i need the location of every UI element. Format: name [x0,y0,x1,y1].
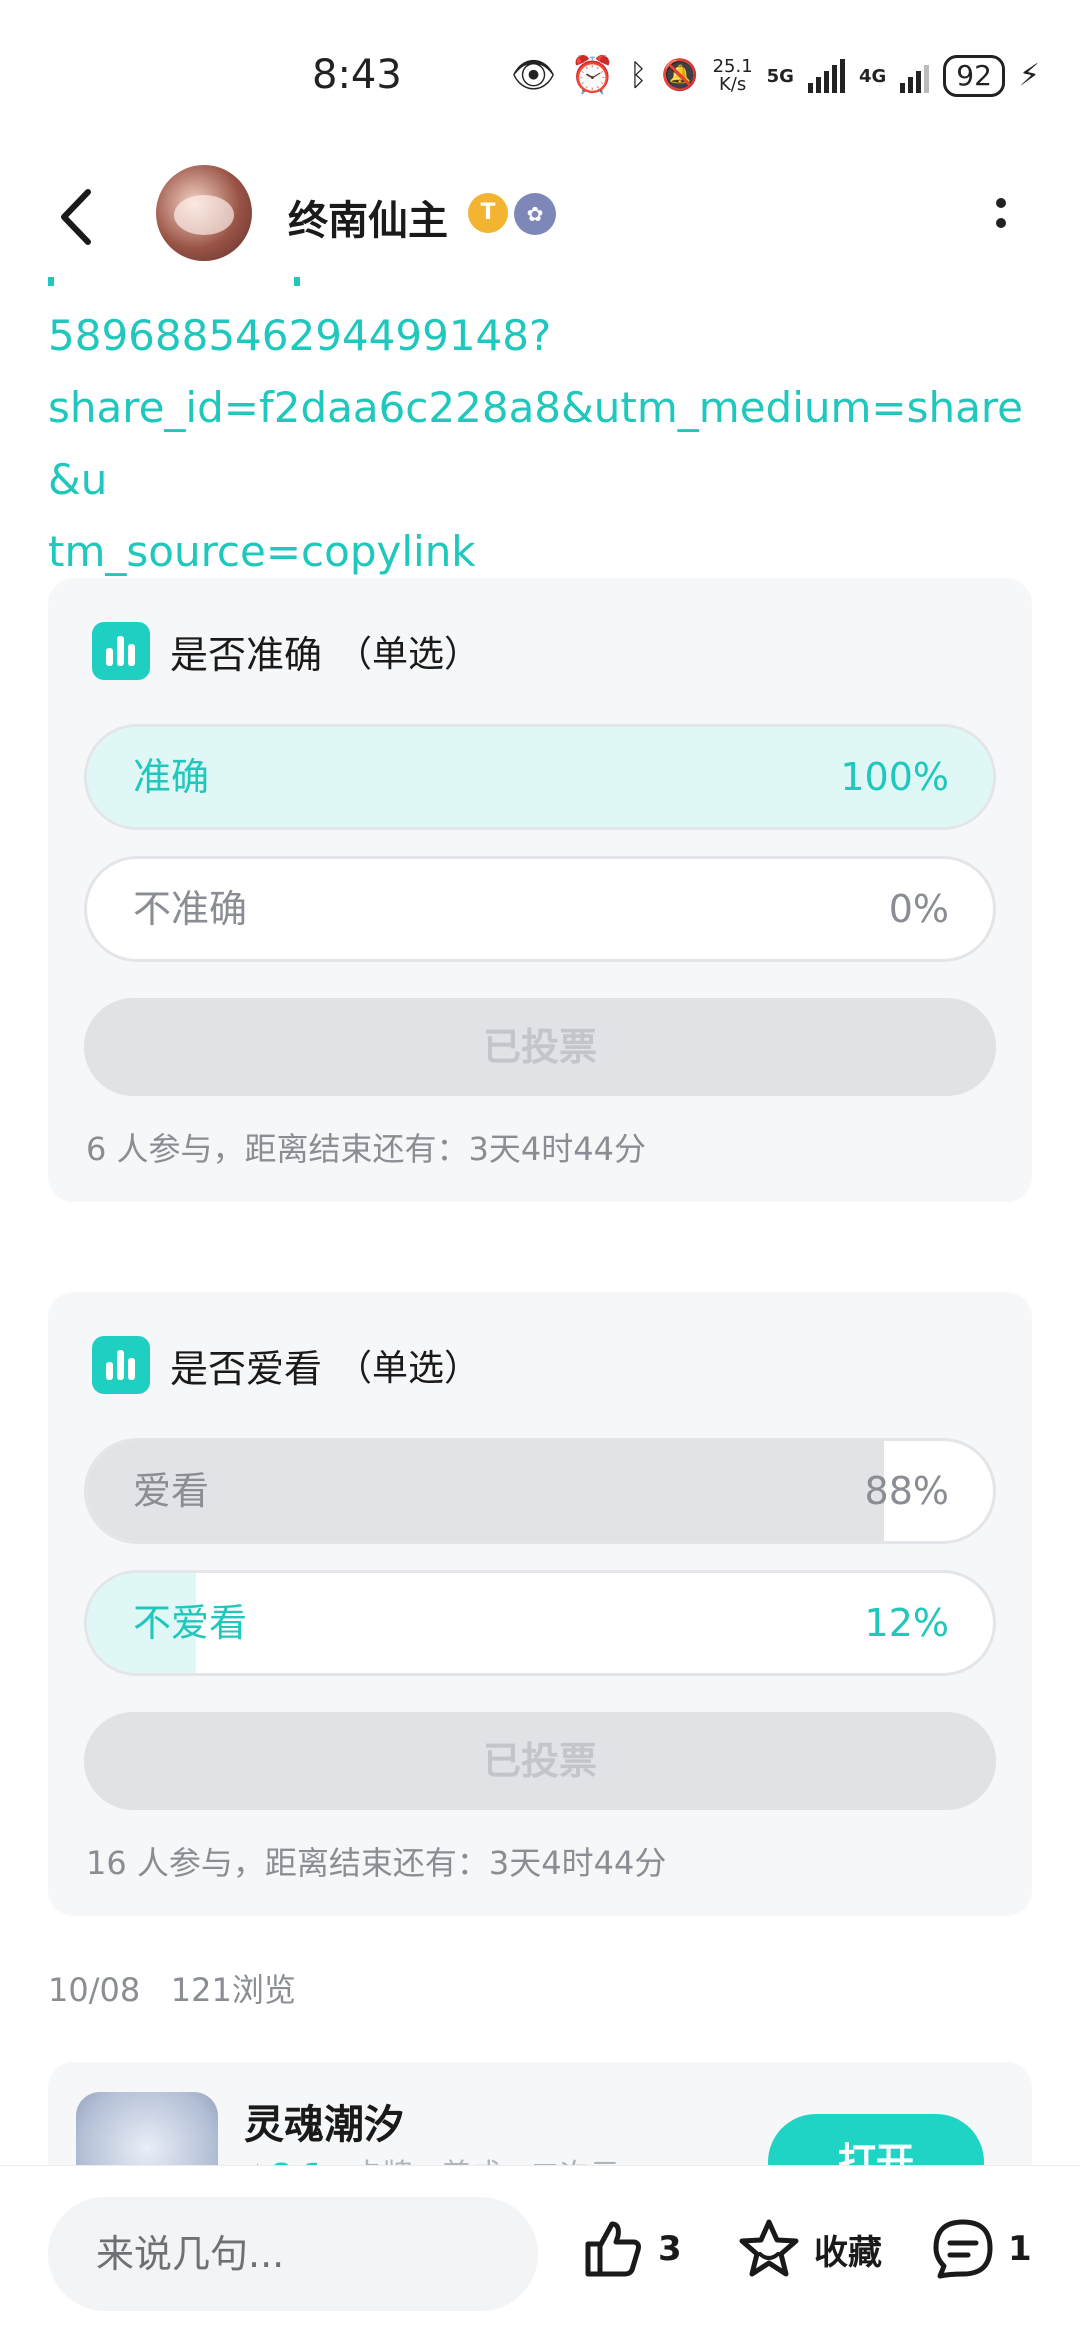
like-button[interactable]: 3 [580,2216,682,2282]
comment-input[interactable]: 来说几句... [48,2197,538,2311]
like-count: 3 [658,2229,682,2269]
favorite-button[interactable]: 收藏 [736,2216,882,2282]
status-bar: 8:43 👁 ⏰ ᛒ 🔕 25.1 K/s 5G 4G 92 ⚡ [0,0,1080,140]
poll-title-row: 是否爱看 （单选） [92,1336,480,1394]
signal-bars-2-icon [900,59,930,93]
post-detail-page: 8:43 👁 ⏰ ᛒ 🔕 25.1 K/s 5G 4G 92 ⚡ 终南仙主 T … [0,0,1080,2340]
poll-chart-icon [92,1336,150,1394]
poll-select-type: （单选） [336,1348,481,1389]
signal-5g-label: 5G [766,65,794,87]
back-arrow-icon [61,189,91,245]
poll-footer: 16 人参与，距离结束还有：3天4时44分 [86,1844,667,1882]
status-icons: 👁 ⏰ ᛒ 🔕 25.1 K/s 5G 4G 92 ⚡ [511,55,1040,97]
mute-bell-icon: 🔕 [661,58,699,93]
poll-option-label: 爱看 [133,1469,210,1513]
poll-option-label: 不爱看 [133,1601,248,1645]
more-dot-icon [996,198,1006,208]
comment-bubble-icon [933,2219,993,2279]
poll-title: 是否爱看 [170,1346,323,1391]
voted-button: 已投票 [84,1712,996,1810]
poll-option: 爱看 88% [84,1438,996,1544]
poll-option: 不爱看 12% [84,1570,996,1676]
signal-4g-label: 4G [858,65,887,87]
poll-option-percent: 100% [840,755,949,799]
post-views: 121浏览 [170,1971,296,2009]
signal-bars-icon [807,59,845,93]
poll-card-accuracy: 是否准确 （单选） 准确 100% 不准确 0% 已投票 6 人参与，距离结束还… [48,578,1032,1202]
poll-option: 准确 100% [84,724,996,830]
comment-count: 1 [1008,2229,1032,2269]
share-link[interactable]: 5896885462944991​48? share_id=f2daa6c228… [48,300,1038,588]
poll-option-label: 准确 [133,755,210,799]
bluetooth-icon: ᛒ [629,58,648,93]
achievement-badge-icon: ✿ [514,193,556,235]
status-time: 8:43 [312,52,402,98]
star-outline-icon [739,2219,799,2277]
author-name[interactable]: 终南仙主 [288,188,448,246]
battery-indicator: 92 [943,55,1005,97]
alarm-icon: ⏰ [570,55,616,96]
poll-card-like: 是否爱看 （单选） 爱看 88% 不爱看 12% 已投票 16 人参与，距离结束… [48,1292,1032,1916]
network-speed: 25.1 K/s [712,56,753,95]
poll-footer: 6 人参与，距离结束还有：3天4时44分 [86,1130,646,1168]
bottom-action-bar: 来说几句... 3 收藏 1 [0,2165,1080,2340]
poll-option: 不准确 0% [84,856,996,962]
poll-title-row: 是否准确 （单选） [92,622,480,680]
level-badge-icon: T [468,193,508,233]
back-button[interactable] [50,182,110,252]
more-options-button[interactable] [990,198,1012,238]
poll-option-percent: 88% [864,1469,949,1513]
voted-button: 已投票 [84,998,996,1096]
app-name: 灵魂潮汐 [244,2102,404,2148]
charging-icon: ⚡ [1018,58,1040,93]
poll-select-type: （单选） [336,634,481,675]
link-text-clipped-top [48,272,648,286]
avatar[interactable] [156,165,252,261]
comment-button[interactable]: 1 [930,2216,1032,2282]
post-date: 10/08 [48,1971,141,2009]
poll-option-percent: 12% [864,1601,949,1645]
post-header: 终南仙主 T ✿ [0,160,1080,270]
poll-option-label: 不准确 [133,887,248,931]
poll-option-percent: 0% [888,887,949,931]
favorite-label: 收藏 [814,2232,882,2273]
eye-icon: 👁 [510,55,557,96]
thumbs-up-icon [585,2221,641,2277]
poll-chart-icon [92,622,150,680]
post-meta: 10/08 121浏览 [48,1965,296,2011]
poll-title: 是否准确 [170,632,323,677]
